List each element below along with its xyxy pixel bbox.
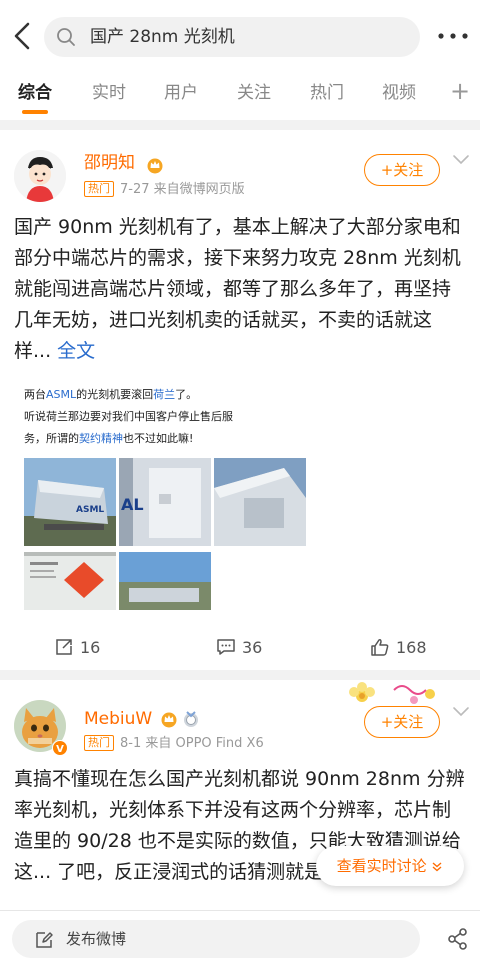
post-card: V MebiuW 热门 8-1 来自 OPPO Find X6 +关注 真搞不懂现…: [0, 680, 480, 925]
comment-count: 36: [242, 638, 263, 657]
vip-crown-icon: [161, 712, 177, 728]
medal-icon: [184, 711, 198, 727]
embed-line: 两台ASML的光刻机要滚回荷兰了。: [24, 388, 198, 401]
username[interactable]: 邵明知: [84, 152, 135, 174]
follow-button[interactable]: +关注: [364, 154, 440, 186]
chevron-down-icon[interactable]: [452, 154, 470, 166]
post-time-source: 8-1 来自 OPPO Find X6: [120, 736, 264, 751]
search-icon: [57, 28, 75, 46]
like-count: 168: [396, 638, 427, 657]
chevron-down-icon[interactable]: [452, 706, 470, 718]
tab-bar: 综合 实时 用户 关注 热门 视频 +: [0, 70, 480, 120]
post-meta: 热门 8-1 来自 OPPO Find X6: [84, 735, 264, 753]
avatar[interactable]: [14, 150, 66, 202]
vip-crown-icon: [147, 158, 163, 174]
thumbs-up-icon: [371, 639, 389, 656]
embedded-image[interactable]: 两台ASML的光刻机要滚回荷兰了。 听说荷兰那边要对我们中国客户停止售后服 务，…: [24, 384, 306, 610]
svg-text:ASML: ASML: [76, 505, 104, 515]
realtime-discussion-label: 查看实时讨论: [336, 857, 427, 875]
post-actions: 16 36 168: [0, 630, 480, 666]
post-meta: 热门 7-27 来自微博网页版: [84, 181, 245, 199]
tab-general[interactable]: 综合: [18, 82, 52, 104]
share-icon[interactable]: [446, 927, 470, 951]
top-bar: 国产 28nm 光刻机: [0, 0, 480, 70]
search-input[interactable]: 国产 28nm 光刻机: [44, 17, 420, 57]
post-card: 邵明知 热门 7-27 来自微博网页版 +关注 国产 90nm 光刻机有了，基本上…: [0, 130, 480, 670]
repost-count: 16: [80, 638, 101, 657]
photo-thumbnail[interactable]: [214, 458, 306, 546]
photo-thumbnail[interactable]: ASML: [24, 458, 116, 546]
embed-line: 听说荷兰那边要对我们中国客户停止售后服: [24, 410, 233, 423]
back-arrow-icon[interactable]: [8, 20, 36, 52]
like-button[interactable]: 168: [370, 638, 427, 658]
edit-icon: [36, 932, 53, 948]
realtime-discussion-button[interactable]: 查看实时讨论: [316, 846, 464, 886]
embed-line: 务，所谓的契约精神也不过如此嘛!: [24, 432, 194, 445]
compose-input[interactable]: 发布微博: [12, 920, 420, 958]
svg-text:V: V: [56, 744, 64, 755]
photo-thumbnail[interactable]: [119, 552, 211, 610]
photo-thumbnail[interactable]: AL: [119, 458, 211, 546]
hot-badge: 热门: [84, 735, 114, 751]
photo-thumbnail[interactable]: [24, 552, 116, 610]
more-icon[interactable]: [436, 28, 470, 44]
bottom-bar: 发布微博: [0, 910, 480, 975]
double-chevron-down-icon: [432, 862, 442, 872]
add-tab-icon[interactable]: +: [450, 78, 470, 104]
full-text-link[interactable]: 全文: [57, 340, 95, 362]
tab-users[interactable]: 用户: [164, 82, 198, 104]
compose-placeholder: 发布微博: [66, 930, 127, 948]
active-tab-indicator: [22, 110, 48, 114]
comment-button[interactable]: 36: [216, 638, 262, 658]
svg-text:AL: AL: [121, 495, 144, 514]
tab-follow[interactable]: 关注: [237, 82, 271, 104]
repost-icon: [56, 639, 72, 655]
tab-hot[interactable]: 热门: [310, 82, 344, 104]
tab-realtime[interactable]: 实时: [92, 82, 126, 104]
post-text: 国产 90nm 光刻机有了，基本上解决了大部分家电和部分中端芯片的需求，接下来努…: [14, 212, 466, 367]
verified-badge-icon: V: [52, 740, 68, 756]
username[interactable]: MebiuW: [84, 708, 152, 730]
search-query: 国产 28nm 光刻机: [90, 27, 235, 47]
post-time-source: 7-27 来自微博网页版: [120, 182, 245, 197]
hot-badge: 热门: [84, 181, 114, 197]
follow-button[interactable]: +关注: [364, 706, 440, 738]
repost-button[interactable]: 16: [54, 638, 100, 658]
tab-video[interactable]: 视频: [382, 82, 416, 104]
comment-icon: [217, 639, 235, 655]
